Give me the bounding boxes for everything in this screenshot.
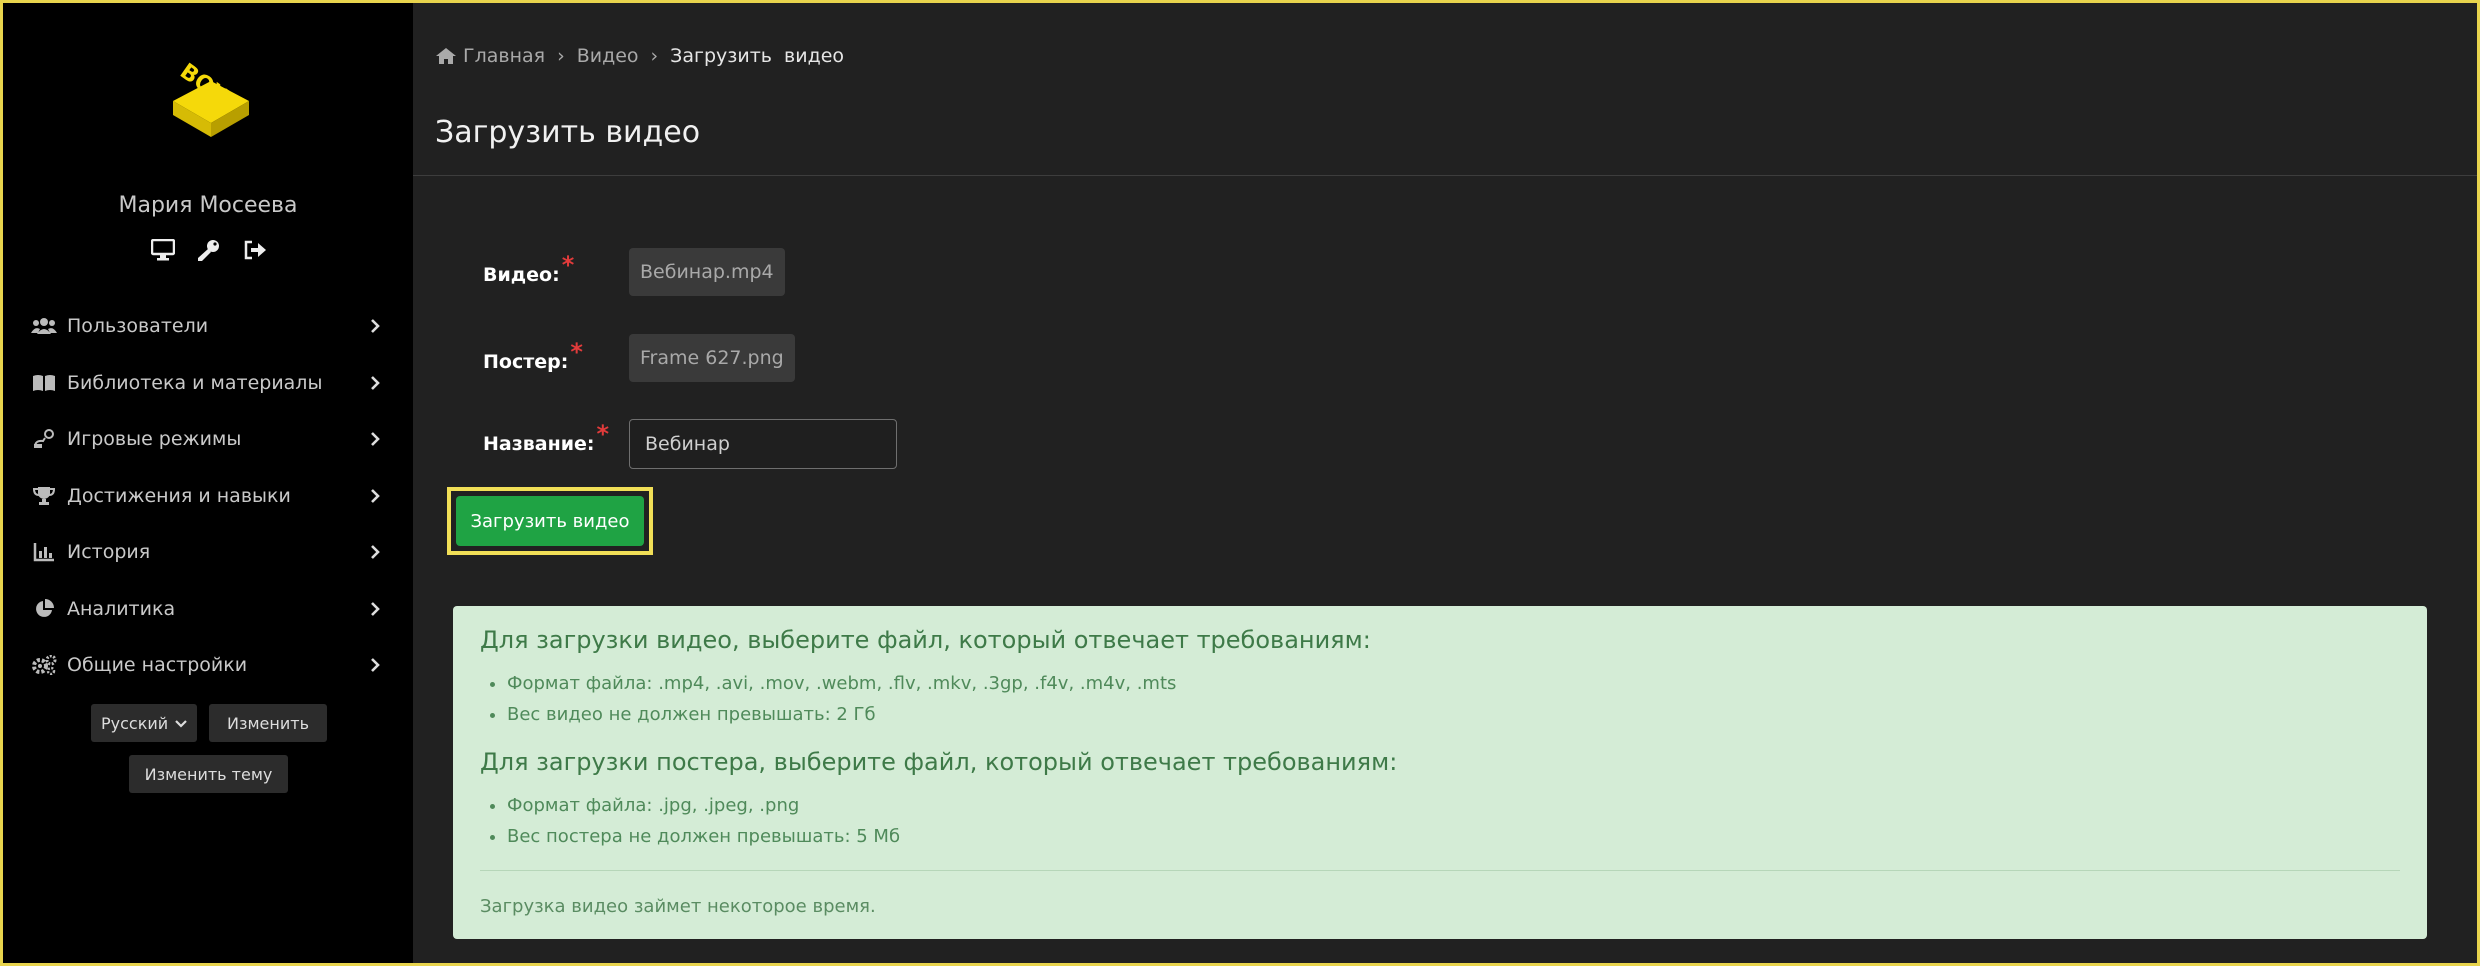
sidebar-nav: Пользователи Библиотека и материалы Игро… [3, 298, 413, 694]
language-select-value: Русский [101, 713, 169, 733]
list-item: Вес видео не должен превышать: 2 Гб [507, 699, 1176, 730]
poster-label-text: Постер: [483, 351, 569, 373]
chevron-right-icon [367, 601, 383, 617]
sidebar-item-label: Достижения и навыки [67, 484, 291, 507]
chevron-right-icon [367, 375, 383, 391]
poster-label: Постер:* [483, 338, 583, 374]
sidebar-item-library[interactable]: Библиотека и материалы [3, 355, 413, 412]
video-label-text: Видео: [483, 264, 560, 286]
sidebar-item-label: История [67, 541, 151, 564]
users-icon [31, 315, 57, 337]
main-content: Главная › Видео › Загрузить видео Загруз… [413, 3, 2477, 963]
language-select[interactable]: Русский [91, 704, 197, 742]
sidebar-item-settings[interactable]: Общие настройки [3, 637, 413, 694]
breadcrumb-separator: › [650, 45, 659, 67]
home-icon[interactable] [435, 47, 457, 65]
sidebar-item-label: Библиотека и материалы [67, 371, 323, 394]
alert-divider [480, 870, 2400, 871]
poster-requirements-heading: Для загрузки постера, выберите файл, кот… [480, 748, 1398, 776]
game-modes-icon [31, 428, 57, 450]
required-mark: * [561, 251, 575, 279]
change-language-button[interactable]: Изменить [209, 704, 327, 742]
sidebar-item-history[interactable]: История [3, 524, 413, 581]
chevron-right-icon [367, 431, 383, 447]
gears-icon [31, 654, 57, 676]
breadcrumb-separator: › [557, 45, 565, 67]
key-icon[interactable] [197, 239, 221, 263]
user-name: Мария Мосеева [118, 193, 298, 218]
list-item: Вес постера не должен превышать: 5 Мб [507, 821, 900, 852]
video-requirements-heading: Для загрузки видео, выберите файл, котор… [480, 626, 1371, 654]
sidebar-item-analytics[interactable]: Аналитика [3, 581, 413, 638]
sidebar-item-game-modes[interactable]: Игровые режимы [3, 411, 413, 468]
poster-file-field[interactable]: Frame 627.png [629, 334, 795, 382]
sidebar-item-label: Аналитика [67, 597, 176, 620]
logout-icon[interactable] [243, 239, 267, 263]
sidebar-item-users[interactable]: Пользователи [3, 298, 413, 355]
book-icon [31, 372, 57, 394]
sidebar-item-label: Пользователи [67, 315, 209, 338]
chevron-right-icon [367, 657, 383, 673]
sidebar-item-achievements[interactable]: Достижения и навыки [3, 468, 413, 525]
header-divider [413, 175, 2477, 176]
chevron-right-icon [367, 488, 383, 504]
trophy-icon [31, 485, 57, 507]
upload-video-button[interactable]: Загрузить видео [456, 496, 644, 546]
submit-highlight: Загрузить видео [447, 487, 653, 555]
required-mark: * [596, 420, 610, 448]
video-requirements-list: Формат файла: .mp4, .avi, .mov, .webm, .… [480, 668, 1176, 730]
chart-icon [31, 541, 57, 563]
language-row: Русский Изменить [91, 704, 327, 742]
user-actions [151, 239, 267, 263]
chevron-right-icon [367, 544, 383, 560]
list-item: Формат файла: .jpg, .jpeg, .png [507, 790, 900, 821]
sidebar-item-label: Общие настройки [67, 654, 248, 677]
monitor-icon[interactable] [151, 239, 175, 263]
breadcrumb-current: Загрузить видео [670, 45, 845, 67]
change-theme-button[interactable]: Изменить тему [129, 755, 288, 793]
name-label: Название:* [483, 420, 609, 456]
sidebar-item-label: Игровые режимы [67, 428, 242, 451]
breadcrumb: Главная › Видео › Загрузить видео [435, 45, 844, 67]
name-label-text: Название: [483, 433, 595, 455]
required-mark: * [570, 338, 583, 366]
name-input[interactable]: Вебинар [629, 419, 897, 469]
logo: BOX [163, 53, 263, 143]
breadcrumb-home[interactable]: Главная [463, 45, 545, 67]
chevron-right-icon [367, 318, 383, 334]
pie-chart-icon [31, 598, 57, 620]
video-file-field[interactable]: Вебинар.mp4 [629, 248, 785, 296]
chevron-down-icon [175, 714, 187, 733]
requirements-alert: Для загрузки видео, выберите файл, котор… [453, 606, 2427, 939]
list-item: Формат файла: .mp4, .avi, .mov, .webm, .… [507, 668, 1176, 699]
page-title: Загрузить видео [435, 115, 701, 150]
upload-time-note: Загрузка видео займет некоторое время. [480, 896, 876, 917]
sidebar: BOX Мария Мосеева Пользователи Библиотек… [3, 3, 413, 963]
poster-requirements-list: Формат файла: .jpg, .jpeg, .png Вес пост… [480, 790, 900, 852]
breadcrumb-video[interactable]: Видео [577, 45, 639, 67]
app-frame: BOX Мария Мосеева Пользователи Библиотек… [0, 0, 2480, 966]
video-label: Видео:* [483, 251, 574, 287]
